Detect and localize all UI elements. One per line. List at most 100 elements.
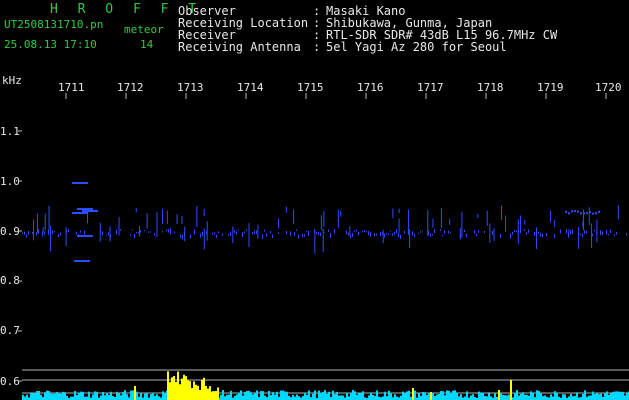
strength-burst [215,391,217,400]
strength-bar [564,394,566,400]
strength-bar [454,390,456,400]
strength-bar [26,394,28,400]
strength-bar [582,393,584,400]
noise-speck [404,230,405,234]
noise-speck [370,232,371,237]
strength-bar [482,392,484,400]
noise-streak [535,227,537,249]
strength-bar [240,390,242,400]
noise-streak [322,228,324,253]
noise-streak [588,207,590,226]
noise-streak [176,214,178,224]
strength-bar [464,396,466,400]
strength-bar [524,394,526,400]
noise-streak [146,213,148,229]
strength-bar [338,395,340,400]
noise-speck [534,232,535,236]
strength-burst [197,385,199,400]
noise-speck [256,230,257,234]
noise-speck [540,232,541,237]
noise-streak [87,212,89,224]
strength-burst [187,380,189,400]
noise-streak [248,223,250,248]
strength-bar [22,394,24,400]
strength-bar [306,394,308,400]
noise-speck [246,229,247,231]
strength-bar [394,394,396,400]
strength-burst [199,389,201,400]
noise-speck [236,231,237,235]
noise-streak [50,225,52,252]
noise-speck [412,231,413,236]
noise-speck [346,230,347,235]
strength-bar [432,392,434,400]
noise-speck [194,229,195,235]
strength-bar [460,394,462,400]
noise-speck [528,229,529,233]
echo-dash [583,212,585,215]
strength-bar [272,392,274,400]
strength-burst [177,371,179,400]
noise-speck [394,231,395,235]
strength-burst [181,378,183,400]
noise-speck [306,230,307,232]
strength-bar [54,393,56,400]
strength-bar [66,395,68,400]
strength-bar [622,391,624,400]
noise-streak [432,218,434,228]
strength-burst [205,385,207,400]
noise-streak [135,208,137,213]
noise-streak [398,218,400,234]
strength-bar [282,390,284,400]
strength-bar [34,393,36,400]
noise-speck [84,230,85,235]
noise-streak [461,211,463,238]
strength-burst [169,382,171,400]
strength-bar [120,395,122,400]
noise-speck [386,233,387,235]
noise-speck [568,232,569,238]
strength-bar [96,391,98,400]
noise-streak [489,223,491,243]
strength-burst [209,386,211,400]
strength-bar [478,391,480,400]
noise-speck [202,231,203,237]
noise-speck [602,231,603,236]
noise-speck [352,233,353,237]
strength-bar [614,391,616,400]
echo-dash [77,235,93,237]
strength-bar [502,394,504,400]
noise-streak [578,226,580,249]
noise-speck [138,231,139,234]
strength-bar [58,392,60,400]
noise-streak [591,223,593,248]
noise-streak [314,229,316,254]
strength-bar [60,393,62,400]
strength-bar [422,391,424,400]
noise-speck [26,234,27,238]
strength-burst [189,381,191,400]
strength-bar [342,395,344,400]
strength-bar [242,395,244,400]
noise-streak [206,221,208,241]
noise-speck [228,233,229,236]
noise-speck [450,231,451,234]
strength-bar [598,394,600,400]
noise-speck [448,230,449,234]
strength-bar [626,392,628,400]
noise-speck [512,231,513,235]
noise-speck [542,233,543,238]
strength-bar [100,395,102,400]
strength-bar [322,391,324,400]
noise-speck [538,231,539,234]
noise-speck [60,232,61,236]
strength-spike [498,390,500,400]
strength-bar [328,391,330,400]
strength-bar [336,391,338,400]
strength-bar [126,394,128,400]
noise-speck [266,233,267,237]
strength-bar [526,394,528,400]
strength-bar [62,391,64,400]
strength-bar [296,394,298,400]
strength-bar [514,392,516,400]
